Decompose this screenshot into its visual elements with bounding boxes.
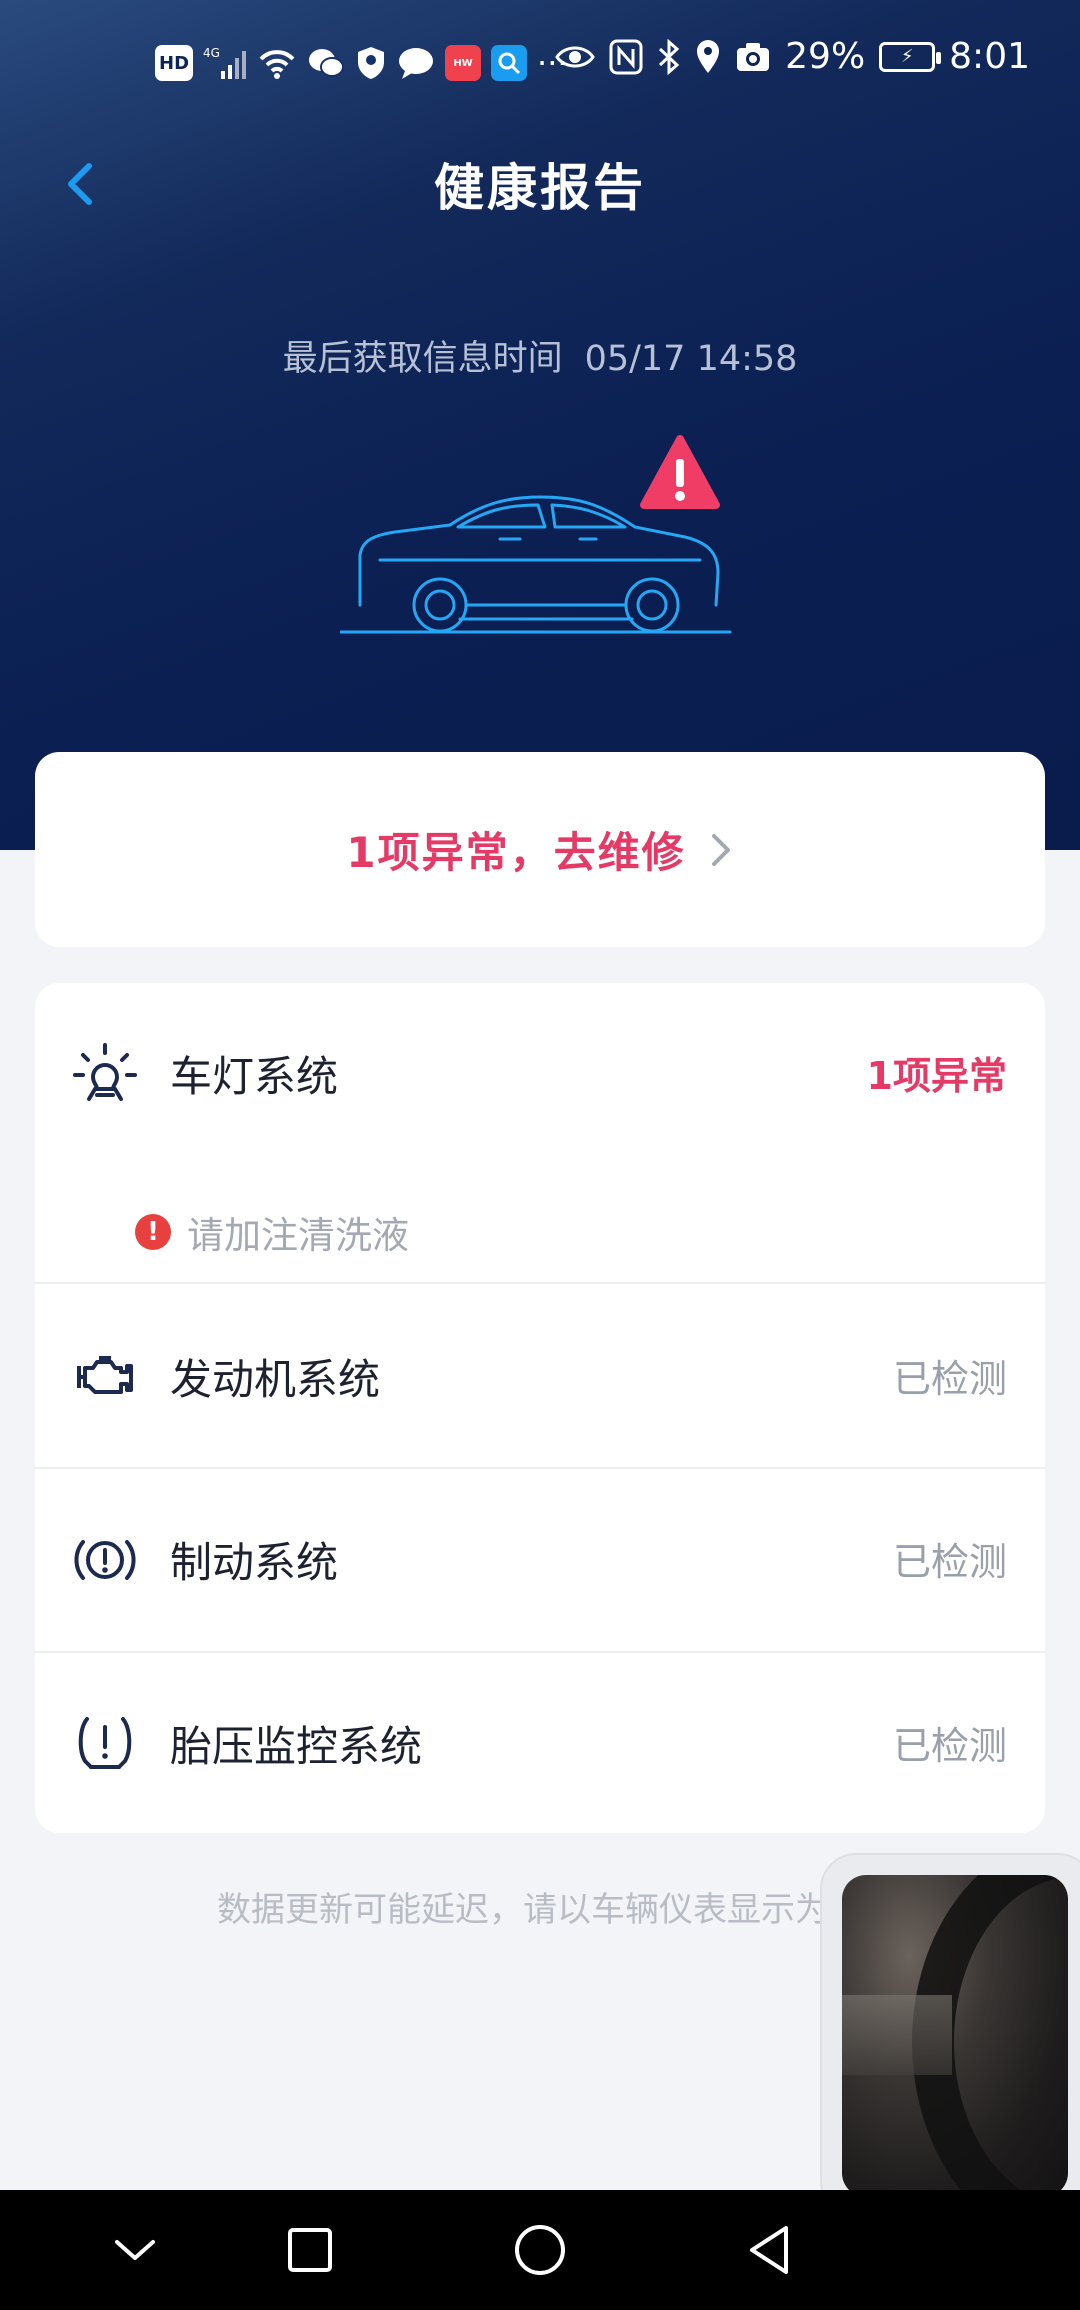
message-icon xyxy=(399,48,434,79)
hd-icon: HD xyxy=(155,45,194,81)
system-status-tire-pressure: 已检测 xyxy=(892,1724,1007,1768)
recent-apps-icon[interactable] xyxy=(280,2220,340,2280)
repair-alert-card[interactable]: 1项异常，去维修 xyxy=(35,752,1045,947)
bluetooth-icon xyxy=(659,38,680,75)
chevron-down-icon[interactable] xyxy=(105,2220,165,2280)
location-icon xyxy=(697,39,720,73)
last-update-label: 最后获取信息时间 xyxy=(282,339,563,379)
system-label-lights: 车灯系统 xyxy=(170,1052,339,1101)
header-background xyxy=(0,0,1080,850)
battery-percent: 29% xyxy=(785,36,866,77)
shield-icon xyxy=(358,47,385,79)
chevron-right-icon xyxy=(711,833,730,866)
signal-icon: 4G xyxy=(203,46,247,79)
clock-time: 8:01 xyxy=(949,36,1030,77)
search-app-icon xyxy=(491,45,528,81)
engine-icon xyxy=(77,1356,133,1394)
nfc-icon xyxy=(609,39,643,74)
system-navigation-bar xyxy=(0,2190,1080,2310)
back-triangle-icon[interactable] xyxy=(740,2220,800,2280)
warning-dot-icon: ! xyxy=(135,1214,171,1250)
wifi-icon xyxy=(259,50,295,79)
brake-warning-icon xyxy=(74,1540,136,1580)
system-row-tire-pressure[interactable]: 胎压监控系统 已检测 xyxy=(35,1653,1045,1833)
light-issue-text: 请加注清洗液 xyxy=(187,1214,409,1257)
repair-alert-text: 1项异常，去维修 xyxy=(346,828,686,877)
system-status-brake: 已检测 xyxy=(892,1540,1007,1584)
light-bulb-icon xyxy=(73,1043,137,1101)
wechat-icon xyxy=(309,49,345,77)
systems-list: 车灯系统 1项异常 ! 请加注清洗液 发动机系统 已检测 制动系统 已检测 胎压… xyxy=(35,983,1045,1833)
svg-text:4G: 4G xyxy=(203,46,220,60)
system-label-tire-pressure: 胎压监控系统 xyxy=(170,1722,423,1771)
last-update-info: 最后获取信息时间 05/17 14:58 xyxy=(0,330,1080,381)
system-label-brake: 制动系统 xyxy=(170,1538,339,1587)
last-update-datetime: 05/17 14:58 xyxy=(584,339,798,379)
light-issue-item: ! 请加注清洗液 xyxy=(135,1205,409,1259)
tire-pressure-icon xyxy=(78,1717,132,1769)
floating-video-window[interactable] xyxy=(822,1855,1080,2215)
system-label-engine: 发动机系统 xyxy=(170,1355,381,1404)
system-row-brake[interactable]: 制动系统 已检测 xyxy=(35,1469,1045,1651)
eye-icon xyxy=(555,46,595,67)
battery-icon: ⚡ xyxy=(879,41,942,72)
system-status-engine: 已检测 xyxy=(892,1357,1007,1401)
status-bar: HD 4G HW ··· 29% ⚡ 8:01 xyxy=(0,0,1080,125)
system-row-engine[interactable]: 发动机系统 已检测 xyxy=(35,1284,1045,1467)
system-status-lights: 1项异常 xyxy=(866,1054,1007,1098)
camera-icon xyxy=(737,42,770,71)
huawei-app-icon: HW xyxy=(445,45,482,81)
car-illustration xyxy=(340,435,732,634)
system-row-lights[interactable]: 车灯系统 1项异常 ! 请加注清洗液 xyxy=(35,983,1045,1283)
car-icon xyxy=(340,495,732,634)
video-preview xyxy=(842,1875,1068,2197)
status-icons: HD 4G HW ··· xyxy=(155,40,568,86)
home-icon[interactable] xyxy=(510,2220,570,2280)
status-right: 29% ⚡ 8:01 xyxy=(555,36,1030,77)
page-title: 健康报告 xyxy=(434,159,646,217)
warning-triangle-icon xyxy=(640,435,720,509)
